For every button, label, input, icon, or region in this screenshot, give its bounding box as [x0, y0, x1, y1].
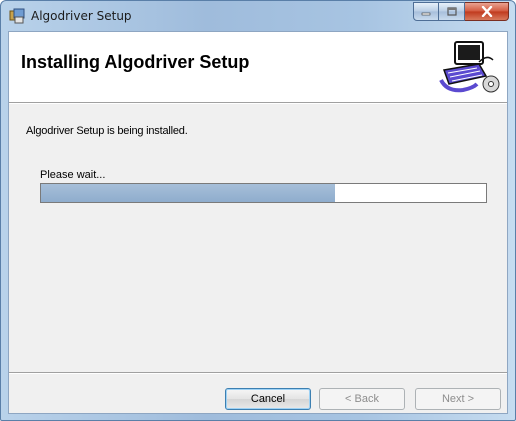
dialog-client-area: Installing Algodriver Setup Algodriver S…	[8, 31, 508, 414]
footer-divider-highlight	[9, 373, 507, 374]
next-button[interactable]: Next >	[415, 388, 501, 410]
progress-bar	[40, 183, 487, 203]
title-bar[interactable]: Algodriver Setup	[1, 1, 515, 31]
maximize-icon	[446, 7, 457, 16]
maximize-button[interactable]	[439, 2, 465, 21]
progress-fill	[41, 184, 335, 202]
header-banner: Installing Algodriver Setup	[9, 32, 507, 103]
window-title: Algodriver Setup	[31, 9, 132, 23]
computer-cd-icon	[439, 41, 500, 93]
wait-label: Please wait...	[40, 169, 106, 181]
back-button[interactable]: < Back	[319, 388, 405, 410]
status-message: Algodriver Setup is being installed.	[26, 125, 188, 137]
close-icon	[481, 6, 492, 17]
minimize-button[interactable]	[413, 2, 439, 21]
page-title: Installing Algodriver Setup	[21, 52, 250, 72]
setup-window: Algodriver Setup Installing Algodriver S…	[0, 0, 516, 421]
cancel-button[interactable]: Cancel	[225, 388, 311, 410]
header-divider	[9, 103, 507, 104]
installer-icon	[9, 8, 25, 24]
close-button[interactable]	[465, 2, 509, 21]
caption-buttons	[413, 2, 509, 22]
minimize-icon	[421, 12, 431, 15]
